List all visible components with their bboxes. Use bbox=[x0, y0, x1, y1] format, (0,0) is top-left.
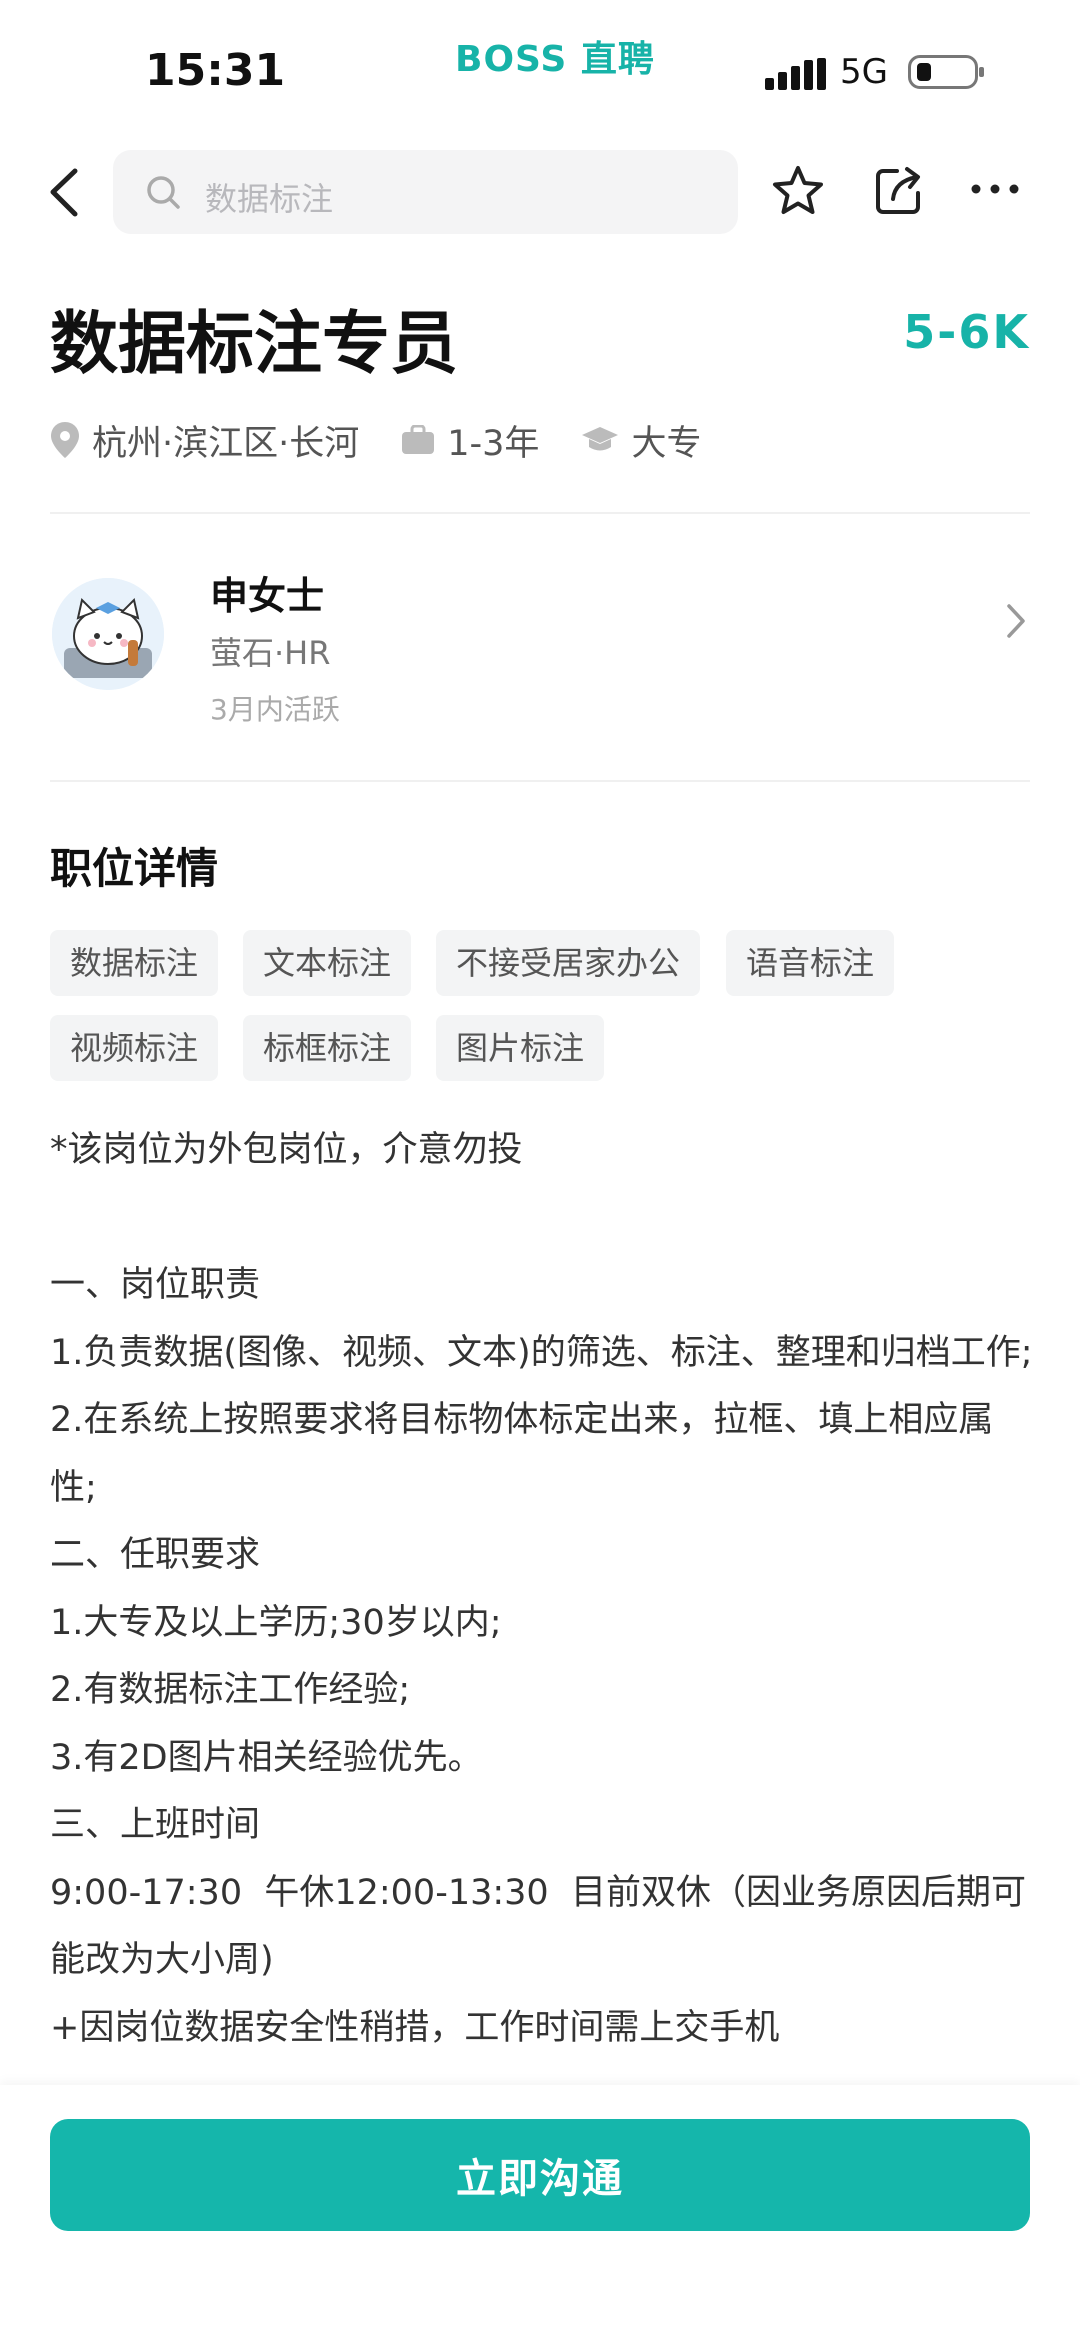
description-line: 1.负责数据(图像、视频、文本)的筛选、标注、整理和归档工作; bbox=[50, 1332, 1033, 1373]
search-icon bbox=[147, 176, 180, 209]
star-icon[interactable] bbox=[770, 163, 826, 219]
description-line: 2.在系统上按照要求将目标物体标定出来，拉框、填上相应属性; bbox=[50, 1400, 994, 1508]
section-title-job-details: 职位详情 bbox=[50, 844, 219, 893]
recruiter-card[interactable]: 申女士 萤石·HR 3月内活跃 bbox=[0, 540, 1080, 740]
job-tag: 数据标注 bbox=[50, 930, 219, 996]
status-time: 15:31 bbox=[145, 45, 286, 96]
cat-avatar-icon bbox=[52, 578, 164, 690]
search-placeholder: 数据标注 bbox=[205, 180, 334, 218]
status-bar: 15:31 BOSS 直聘 5G bbox=[0, 0, 1080, 140]
job-tag: 图片标注 bbox=[436, 1015, 605, 1081]
experience-text: 1-3年 bbox=[447, 423, 540, 464]
job-tag: 标框标注 bbox=[243, 1015, 412, 1081]
job-title: 数据标注专员 bbox=[50, 305, 459, 384]
education-text: 大专 bbox=[631, 423, 702, 464]
job-meta: 杭州·滨江区·长河 1-3年 大专 bbox=[50, 415, 743, 465]
description-line: 3.有2D图片相关经验优先。 bbox=[50, 1737, 483, 1778]
job-tag: 文本标注 bbox=[243, 930, 412, 996]
recruiter-name: 申女士 bbox=[210, 574, 325, 618]
chevron-right-icon[interactable] bbox=[1005, 602, 1027, 640]
battery-icon bbox=[908, 55, 984, 89]
chat-now-button[interactable]: 立即沟通 bbox=[50, 2119, 1030, 2231]
education-info: 大专 bbox=[581, 415, 701, 466]
more-icon[interactable] bbox=[970, 182, 1020, 196]
job-tag: 语音标注 bbox=[726, 930, 895, 996]
job-tag: 不接受居家办公 bbox=[436, 930, 701, 996]
bottom-action-bar: 立即沟通 bbox=[0, 2085, 1080, 2341]
signal-icon bbox=[765, 58, 827, 90]
recruiter-avatar[interactable] bbox=[52, 578, 164, 690]
location-info: 杭州·滨江区·长河 bbox=[50, 415, 359, 466]
nav-bar: 数据标注 bbox=[0, 145, 1080, 240]
salary: 5-6K bbox=[903, 305, 1030, 359]
graduation-cap-icon bbox=[582, 427, 619, 451]
description-line: 2.有数据标注工作经验; bbox=[50, 1670, 411, 1710]
share-icon[interactable] bbox=[873, 165, 925, 217]
recruiter-activity: 3月内活跃 bbox=[210, 693, 340, 726]
network-type: 5G bbox=[840, 52, 888, 92]
description-line: 9:00-17:30 午休12:00-13:30 目前双休（因业务原因后期可能改… bbox=[50, 1872, 1026, 1981]
description-line: 一、岗位职责 bbox=[50, 1265, 261, 1305]
divider bbox=[50, 512, 1030, 514]
description-line bbox=[50, 1185, 1040, 1253]
description-line: 1.大专及以上学历;30岁以内; bbox=[50, 1602, 502, 1643]
briefcase-icon bbox=[402, 425, 435, 454]
location-text: 杭州·滨江区·长河 bbox=[92, 423, 360, 464]
description-line: 三、上班时间 bbox=[50, 1805, 261, 1845]
back-icon[interactable] bbox=[45, 165, 85, 220]
job-description: *该岗位为外包岗位，介意勿投 一、岗位职责 1.负责数据(图像、视频、文本)的筛… bbox=[50, 1117, 1040, 2082]
description-line: +因岗位数据安全性稍措，工作时间需上交手机 bbox=[50, 2007, 780, 2048]
recruiter-company: 萤石·HR bbox=[210, 634, 331, 672]
divider bbox=[50, 780, 1030, 782]
description-line: 二、任职要求 bbox=[50, 1535, 261, 1575]
description-line: *该岗位为外包岗位，介意勿投 bbox=[50, 1130, 523, 1170]
job-tag: 视频标注 bbox=[50, 1015, 219, 1081]
experience-info: 1-3年 bbox=[401, 415, 539, 466]
location-pin-icon bbox=[51, 422, 79, 458]
app-brand: BOSS 直聘 bbox=[455, 39, 655, 80]
search-input[interactable]: 数据标注 bbox=[113, 150, 738, 234]
